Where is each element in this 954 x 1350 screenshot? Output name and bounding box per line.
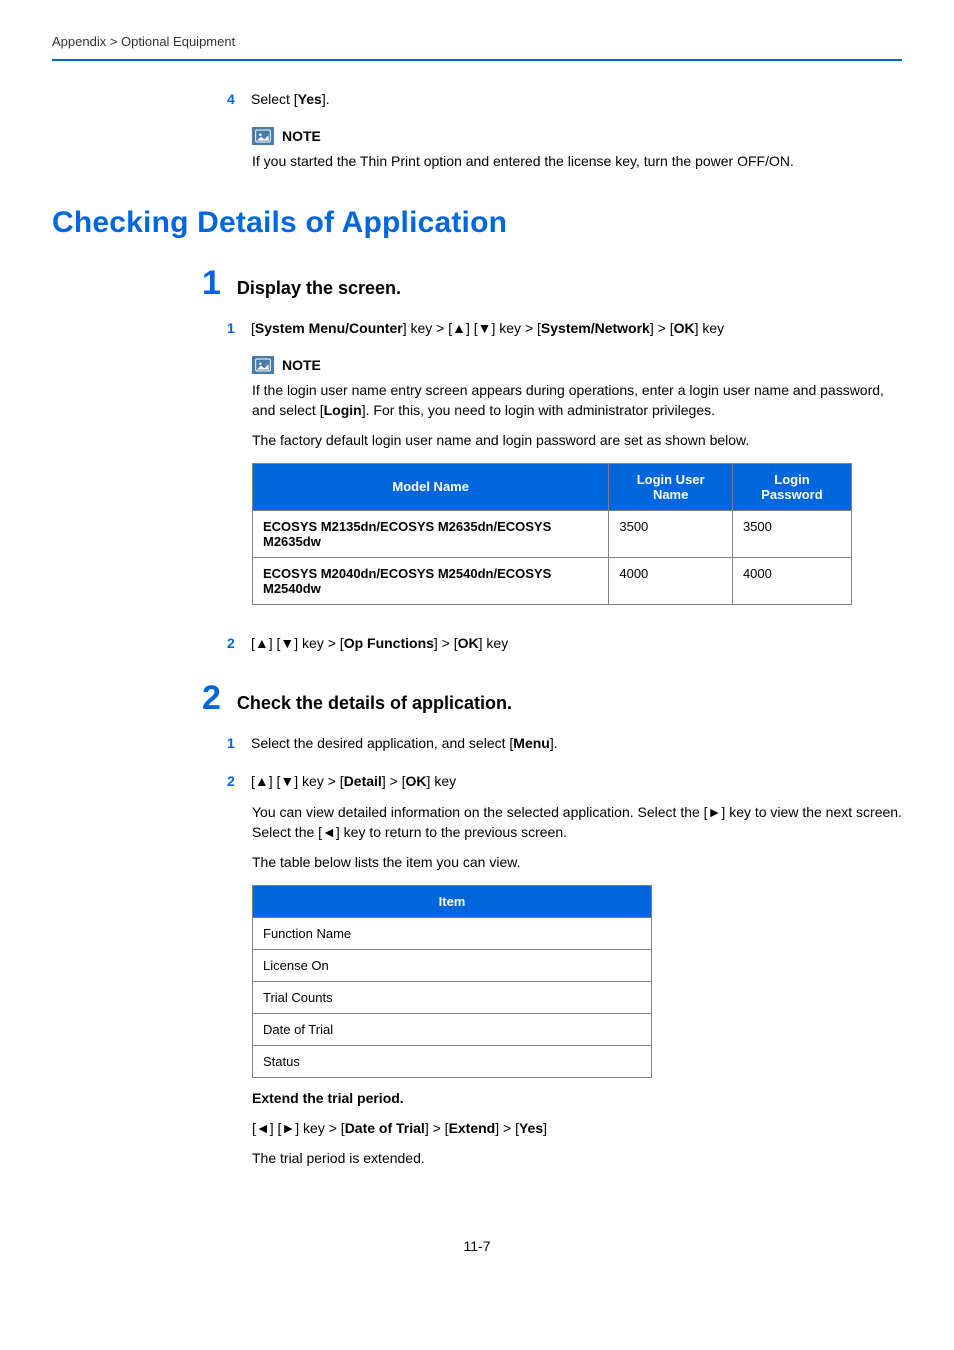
table-header: Login User Name: [609, 463, 733, 510]
step2-sub1: 1 Select the desired application, and se…: [227, 733, 902, 753]
table-row: Function Name: [253, 917, 652, 949]
substep-number: 2: [227, 635, 241, 651]
bigstep-number: 1: [202, 266, 221, 300]
step2-para1: You can view detailed information on the…: [252, 802, 902, 843]
substep-text: Select [Yes].: [251, 89, 330, 109]
note-label: NOTE: [282, 128, 321, 144]
table-row: ECOSYS M2135dn/ECOSYS M2635dn/ECOSYS M26…: [253, 510, 852, 557]
breadcrumb: Appendix > Optional Equipment: [52, 34, 902, 59]
table-cell-pass: 3500: [732, 510, 851, 557]
substep-4: 4 Select [Yes].: [227, 89, 902, 109]
table-row: License On: [253, 949, 652, 981]
note-block-top: NOTE If you started the Thin Print optio…: [252, 127, 902, 171]
step2-para2: The table below lists the item you can v…: [252, 852, 902, 872]
table-row: ECOSYS M2040dn/ECOSYS M2540dn/ECOSYS M25…: [253, 557, 852, 604]
table-cell-model: ECOSYS M2135dn/ECOSYS M2635dn/ECOSYS M26…: [253, 510, 609, 557]
substep-text: Select the desired application, and sele…: [251, 733, 558, 753]
note-block-step1: NOTE If the login user name entry screen…: [252, 356, 902, 605]
table-row: Date of Trial: [253, 1013, 652, 1045]
bigstep-2: 2 Check the details of application.: [202, 681, 902, 715]
table-cell: License On: [253, 949, 652, 981]
note-icon: [252, 127, 274, 145]
table-header: Model Name: [253, 463, 609, 510]
step2-sub2: 2 [▲] [▼] key > [Detail] > [OK] key: [227, 771, 902, 791]
substep-text: [▲] [▼] key > [Op Functions] > [OK] key: [251, 633, 508, 653]
bigstep-title: Check the details of application.: [237, 693, 512, 714]
page-number: 11-7: [52, 1238, 902, 1254]
bigstep-1: 1 Display the screen.: [202, 266, 902, 300]
substep-text: [System Menu/Counter] key > [▲] [▼] key …: [251, 318, 724, 338]
login-table: Model Name Login User Name Login Passwor…: [252, 463, 852, 605]
table-cell-user: 3500: [609, 510, 733, 557]
table-cell: Function Name: [253, 917, 652, 949]
table-cell: Trial Counts: [253, 981, 652, 1013]
substep-number: 1: [227, 735, 241, 751]
table-header: Item: [253, 885, 652, 917]
section-title: Checking Details of Application: [52, 206, 902, 240]
extend-title: Extend the trial period.: [252, 1088, 902, 1108]
table-cell-pass: 4000: [732, 557, 851, 604]
table-cell: Status: [253, 1045, 652, 1077]
table-header-row: Model Name Login User Name Login Passwor…: [253, 463, 852, 510]
step1-sub1: 1 [System Menu/Counter] key > [▲] [▼] ke…: [227, 318, 902, 338]
header-divider: [52, 59, 902, 61]
bigstep-title: Display the screen.: [237, 278, 401, 299]
note-body-line2: The factory default login user name and …: [252, 430, 902, 450]
table-row: Status: [253, 1045, 652, 1077]
substep-number: 4: [227, 91, 241, 107]
table-cell-model: ECOSYS M2040dn/ECOSYS M2540dn/ECOSYS M25…: [253, 557, 609, 604]
note-icon: [252, 356, 274, 374]
table-header: Login Password: [732, 463, 851, 510]
note-body: If you started the Thin Print option and…: [252, 151, 902, 171]
substep-text: [▲] [▼] key > [Detail] > [OK] key: [251, 771, 456, 791]
table-header-row: Item: [253, 885, 652, 917]
table-cell: Date of Trial: [253, 1013, 652, 1045]
substep-number: 1: [227, 320, 241, 336]
table-cell-user: 4000: [609, 557, 733, 604]
note-body-line1: If the login user name entry screen appe…: [252, 380, 902, 421]
bigstep-number: 2: [202, 681, 221, 715]
items-table: Item Function Name License On Trial Coun…: [252, 885, 652, 1078]
note-label: NOTE: [282, 357, 321, 373]
extend-steps: [◄] [►] key > [Date of Trial] > [Extend]…: [252, 1118, 902, 1138]
extend-result: The trial period is extended.: [252, 1148, 902, 1168]
table-row: Trial Counts: [253, 981, 652, 1013]
step1-sub2: 2 [▲] [▼] key > [Op Functions] > [OK] ke…: [227, 633, 902, 653]
substep-number: 2: [227, 773, 241, 789]
